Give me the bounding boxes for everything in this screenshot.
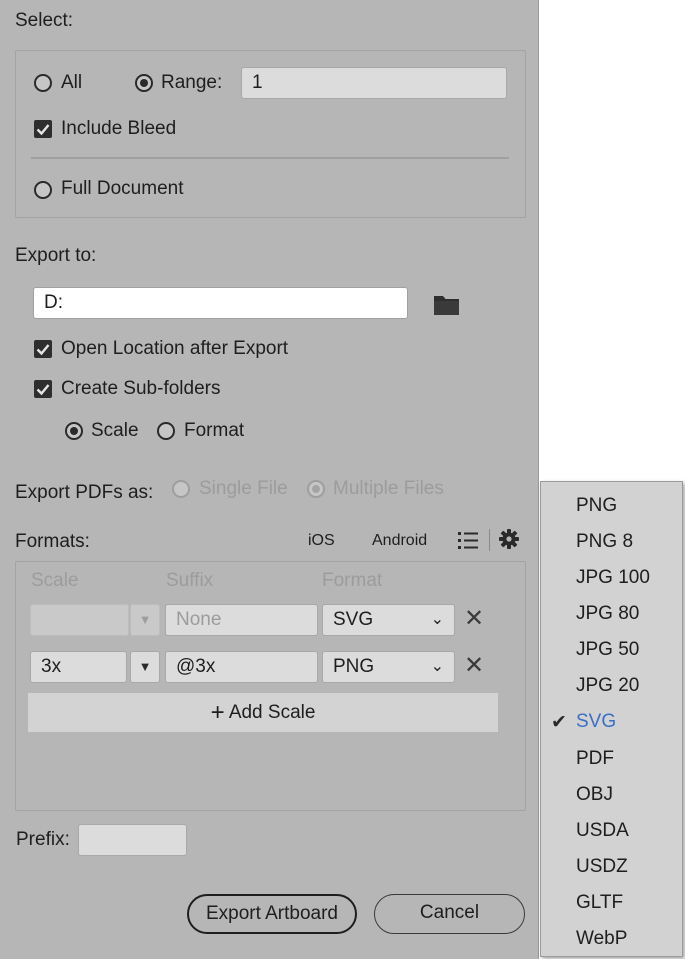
formats-table xyxy=(15,561,526,811)
format-dropdown-menu: PNG PNG 8 JPG 100 JPG 80 JPG 50 JPG 20 ✔… xyxy=(540,481,683,957)
ios-preset-button[interactable]: iOS xyxy=(308,532,335,550)
menu-item-usdz[interactable]: USDZ xyxy=(576,856,628,878)
radio-multiple-files[interactable] xyxy=(307,480,325,498)
create-subfolders-checkbox[interactable] xyxy=(34,380,52,398)
radio-scale[interactable] xyxy=(65,422,83,440)
full-document-label: Full Document xyxy=(61,178,184,199)
formats-heading: Formats: xyxy=(15,531,90,552)
menu-item-jpg50[interactable]: JPG 50 xyxy=(576,639,639,661)
gear-icon[interactable] xyxy=(498,528,520,555)
menu-item-jpg80[interactable]: JPG 80 xyxy=(576,603,639,625)
select-heading: Select: xyxy=(15,10,74,31)
col-format-header: Format xyxy=(322,570,383,591)
scale-dropdown-button: ▼ xyxy=(130,604,160,636)
menu-item-png[interactable]: PNG xyxy=(576,495,617,517)
single-file-label: Single File xyxy=(199,478,288,499)
range-label: Range: xyxy=(161,72,223,93)
menu-item-obj[interactable]: OBJ xyxy=(576,784,613,806)
cancel-button[interactable]: Cancel xyxy=(374,894,525,934)
suffix-placeholder: None xyxy=(176,609,222,630)
radio-format[interactable] xyxy=(157,422,175,440)
menu-item-jpg20[interactable]: JPG 20 xyxy=(576,675,639,697)
menu-item-svg[interactable]: SVG xyxy=(576,711,616,733)
add-scale-button[interactable]: + Add Scale xyxy=(28,693,498,732)
range-input[interactable]: 1 xyxy=(241,67,507,99)
remove-row-icon[interactable]: ✕ xyxy=(464,654,484,678)
toolbar-separator xyxy=(489,529,490,551)
remove-row-icon[interactable]: ✕ xyxy=(464,607,484,631)
col-suffix-header: Suffix xyxy=(166,570,214,591)
create-subfolders-label: Create Sub-folders xyxy=(61,378,221,399)
menu-item-png8[interactable]: PNG 8 xyxy=(576,531,633,553)
export-pdfs-label: Export PDFs as: xyxy=(15,482,154,503)
multiple-files-label: Multiple Files xyxy=(333,478,444,499)
menu-item-gltf[interactable]: GLTF xyxy=(576,892,623,914)
export-path-input[interactable]: D: xyxy=(33,287,408,319)
prefix-label: Prefix: xyxy=(16,829,70,850)
col-scale-header: Scale xyxy=(31,570,79,591)
menu-item-pdf[interactable]: PDF xyxy=(576,748,614,770)
include-bleed-label: Include Bleed xyxy=(61,118,177,139)
radio-full-document[interactable] xyxy=(34,181,52,199)
scale-input xyxy=(30,604,129,636)
add-scale-label: Add Scale xyxy=(228,702,316,723)
export-panel: Select: All Range: 1 Include Bleed Full … xyxy=(0,0,539,959)
export-artboard-button[interactable]: Export Artboard xyxy=(187,894,357,934)
include-bleed-checkbox[interactable] xyxy=(34,120,52,138)
format-label: Format xyxy=(184,420,245,441)
format-select[interactable]: SVG ⌄ xyxy=(322,604,455,636)
radio-range[interactable] xyxy=(135,74,153,92)
android-preset-button[interactable]: Android xyxy=(372,532,427,550)
chevron-down-icon: ⌄ xyxy=(430,611,444,628)
chevron-down-icon: ⌄ xyxy=(430,658,444,675)
radio-all[interactable] xyxy=(34,74,52,92)
scale-label: Scale xyxy=(91,420,139,441)
suffix-input[interactable]: @3x xyxy=(165,651,318,683)
menu-item-webp[interactable]: WebP xyxy=(576,928,627,950)
divider xyxy=(31,157,509,159)
all-label: All xyxy=(61,72,83,93)
list-icon[interactable] xyxy=(457,529,479,556)
export-to-heading: Export to: xyxy=(15,245,97,266)
checkmark-icon: ✔ xyxy=(551,712,567,733)
format-select[interactable]: PNG ⌄ xyxy=(322,651,455,683)
menu-item-usda[interactable]: USDA xyxy=(576,820,629,842)
plus-icon: + xyxy=(210,699,225,726)
prefix-input[interactable] xyxy=(78,824,187,856)
format-select-value: SVG xyxy=(333,609,374,630)
radio-single-file[interactable] xyxy=(172,480,190,498)
scale-dropdown-button[interactable]: ▼ xyxy=(130,651,160,683)
open-location-label: Open Location after Export xyxy=(61,338,289,359)
scale-input[interactable]: 3x xyxy=(30,651,127,683)
menu-item-jpg100[interactable]: JPG 100 xyxy=(576,567,650,589)
folder-icon[interactable] xyxy=(433,293,460,321)
suffix-input[interactable]: None xyxy=(165,604,318,636)
format-select-value: PNG xyxy=(333,656,375,677)
open-location-checkbox[interactable] xyxy=(34,340,52,358)
